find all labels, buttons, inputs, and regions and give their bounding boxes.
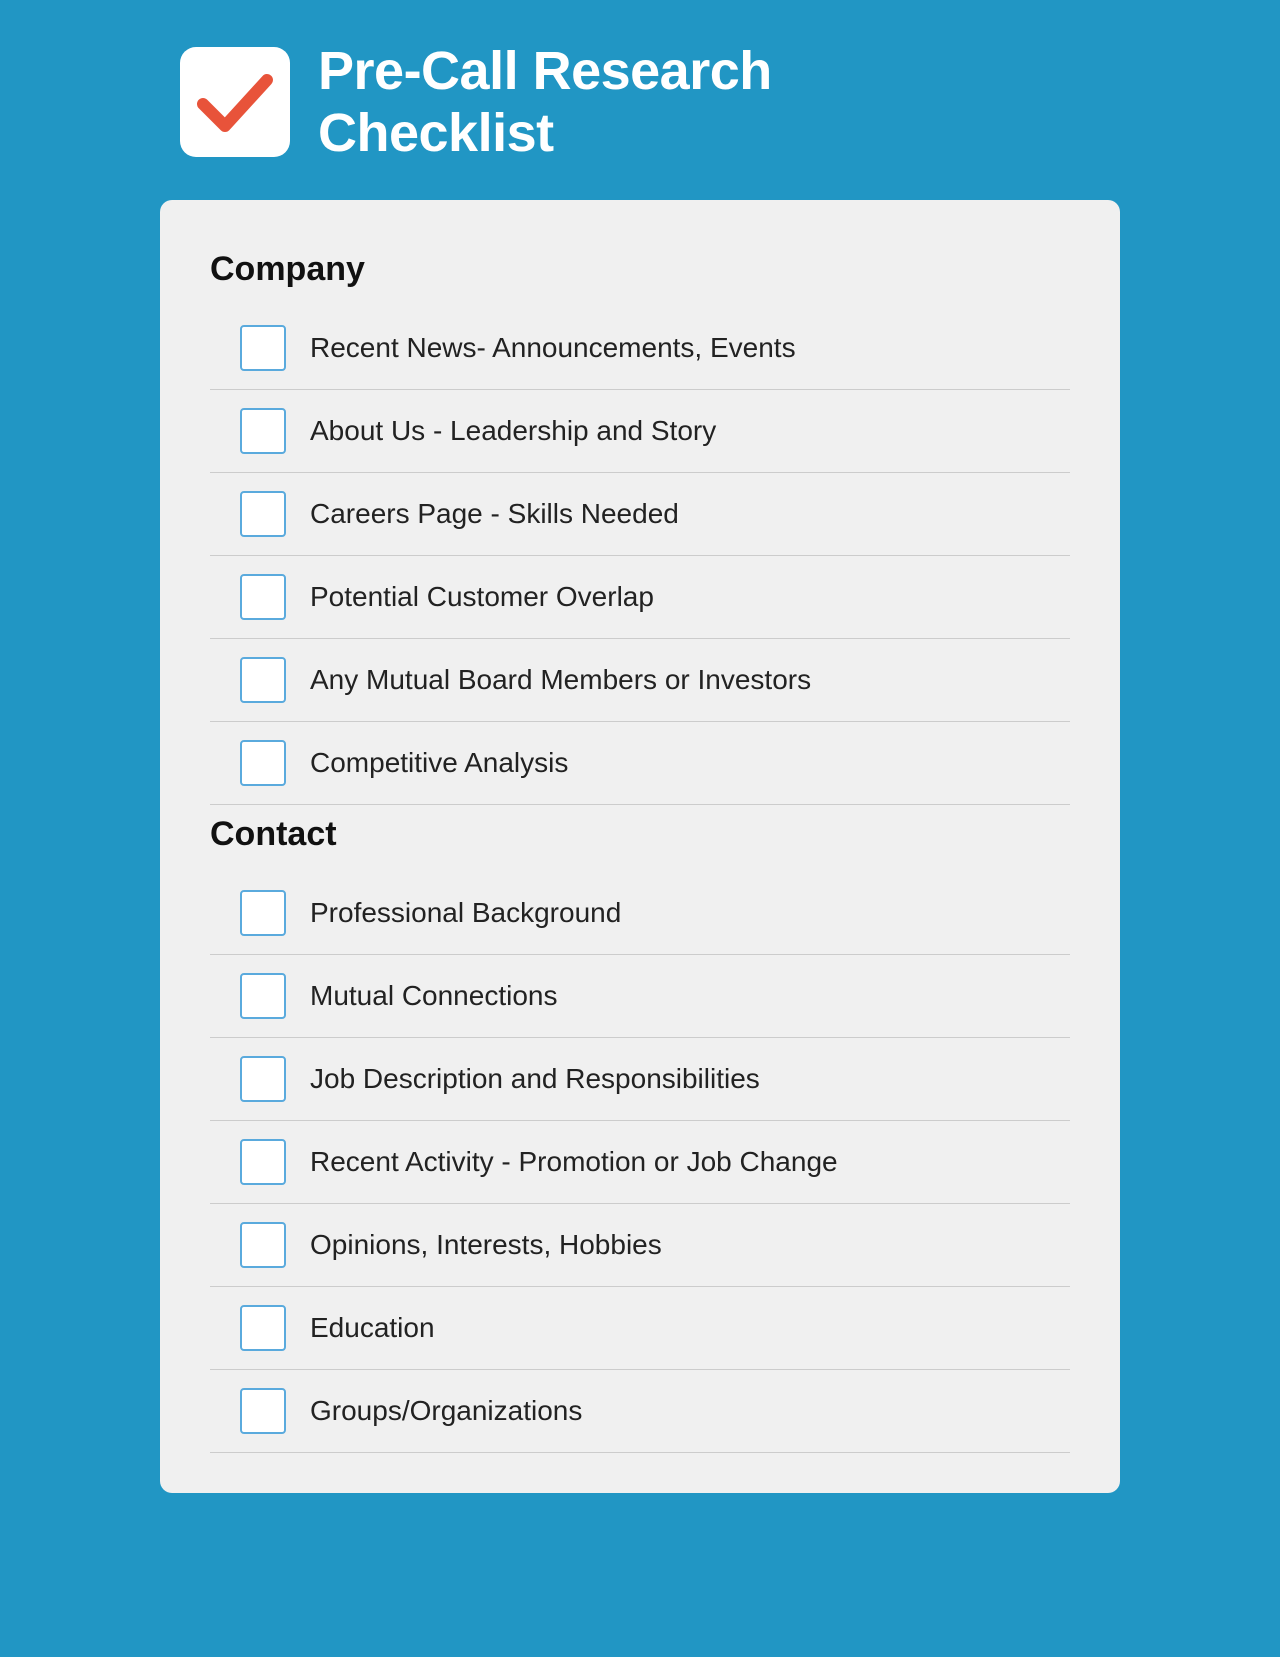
checkbox[interactable] (240, 1222, 286, 1268)
item-label: Any Mutual Board Members or Investors (310, 664, 811, 696)
checkbox[interactable] (240, 657, 286, 703)
list-item: Careers Page - Skills Needed (210, 473, 1070, 556)
list-item: Recent News- Announcements, Events (210, 307, 1070, 390)
list-item: Groups/Organizations (210, 1370, 1070, 1453)
checkbox[interactable] (240, 325, 286, 371)
checkbox[interactable] (240, 491, 286, 537)
item-label: Job Description and Responsibilities (310, 1063, 760, 1095)
checkbox[interactable] (240, 1305, 286, 1351)
page-container: Pre-Call Research Checklist Company Rece… (160, 40, 1120, 1493)
list-item: Opinions, Interests, Hobbies (210, 1204, 1070, 1287)
list-item: Potential Customer Overlap (210, 556, 1070, 639)
header-title: Pre-Call Research Checklist (318, 40, 772, 164)
contact-checklist: Professional Background Mutual Connectio… (210, 872, 1070, 1453)
list-item: Job Description and Responsibilities (210, 1038, 1070, 1121)
checkbox[interactable] (240, 1388, 286, 1434)
checkbox[interactable] (240, 1139, 286, 1185)
company-section: Company Recent News- Announcements, Even… (210, 250, 1070, 805)
header-icon-wrapper (180, 47, 290, 157)
item-label: Education (310, 1312, 435, 1344)
item-label: Opinions, Interests, Hobbies (310, 1229, 662, 1261)
item-label: Recent Activity - Promotion or Job Chang… (310, 1146, 838, 1178)
item-label: Professional Background (310, 897, 621, 929)
contact-section: Contact Professional Background Mutual C… (210, 815, 1070, 1453)
list-item: Professional Background (210, 872, 1070, 955)
checklist-card: Company Recent News- Announcements, Even… (160, 200, 1120, 1493)
list-item: Any Mutual Board Members or Investors (210, 639, 1070, 722)
checkbox[interactable] (240, 890, 286, 936)
item-label: Potential Customer Overlap (310, 581, 654, 613)
item-label: About Us - Leadership and Story (310, 415, 716, 447)
item-label: Competitive Analysis (310, 747, 568, 779)
company-section-title: Company (210, 250, 1070, 289)
contact-section-title: Contact (210, 815, 1070, 854)
checkbox[interactable] (240, 973, 286, 1019)
list-item: Mutual Connections (210, 955, 1070, 1038)
list-item: Competitive Analysis (210, 722, 1070, 805)
checkbox[interactable] (240, 408, 286, 454)
item-label: Careers Page - Skills Needed (310, 498, 679, 530)
header: Pre-Call Research Checklist (160, 40, 1120, 164)
list-item: Education (210, 1287, 1070, 1370)
company-checklist: Recent News- Announcements, Events About… (210, 307, 1070, 805)
item-label: Groups/Organizations (310, 1395, 582, 1427)
checkmark-icon (195, 62, 275, 142)
checkbox[interactable] (240, 574, 286, 620)
list-item: About Us - Leadership and Story (210, 390, 1070, 473)
item-label: Mutual Connections (310, 980, 557, 1012)
item-label: Recent News- Announcements, Events (310, 332, 796, 364)
list-item: Recent Activity - Promotion or Job Chang… (210, 1121, 1070, 1204)
checkbox[interactable] (240, 740, 286, 786)
checkbox[interactable] (240, 1056, 286, 1102)
